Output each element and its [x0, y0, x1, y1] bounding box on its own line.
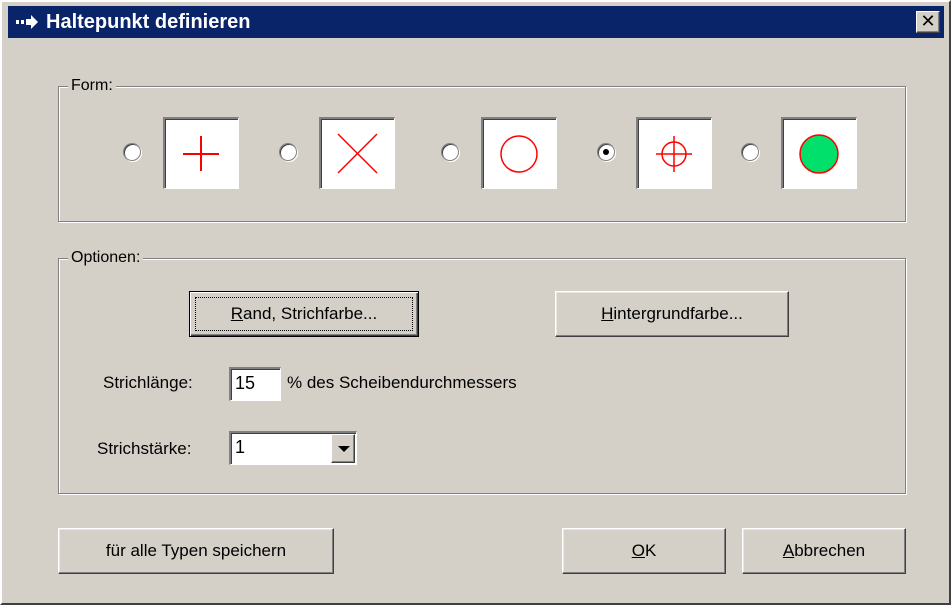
title-bar[interactable]: Haltepunkt definieren ✕ [8, 6, 944, 38]
save-all-types-button[interactable]: für alle Typen speichern [58, 528, 334, 574]
form-radio-filled[interactable] [741, 143, 759, 161]
cancel-button-label: Abbrechen [782, 541, 866, 560]
cross-x-icon [337, 133, 378, 174]
border-color-button[interactable]: Rand, Strichfarbe... [189, 291, 419, 337]
circle-outline-icon [500, 135, 538, 173]
background-color-button[interactable]: Hintergrundfarbe... [555, 291, 789, 337]
dropdown-button[interactable] [331, 434, 355, 463]
breakpoint-arrow-icon [16, 15, 38, 29]
form-radio-plus[interactable] [123, 143, 141, 161]
shape-preview-plus[interactable] [163, 117, 239, 189]
filled-green-circle-icon [799, 134, 839, 174]
close-button[interactable]: ✕ [916, 11, 940, 33]
crosshair-circle-icon [656, 136, 692, 172]
form-group-label: Form: [68, 75, 116, 97]
options-groupbox: Optionen: Rand, Strichfarbe... Hintergru… [58, 247, 906, 494]
shape-preview-x[interactable] [319, 117, 395, 189]
stroke-length-label: Strichlänge: [103, 373, 193, 392]
stroke-length-input[interactable]: 15 [229, 367, 281, 401]
background-color-button-label: Hintergrundfarbe... [601, 304, 743, 323]
ok-button-label: OK [631, 541, 657, 560]
stroke-width-label: Strichstärke: [97, 439, 192, 458]
ok-button[interactable]: OK [562, 528, 726, 574]
shape-preview-circle[interactable] [481, 117, 557, 189]
form-radio-circle[interactable] [441, 143, 459, 161]
window-title: Haltepunkt definieren [46, 11, 251, 33]
cancel-button[interactable]: Abbrechen [742, 528, 906, 574]
options-group-label: Optionen: [68, 247, 144, 269]
form-radio-x[interactable] [279, 143, 297, 161]
form-groupbox: Form: [58, 75, 906, 222]
dialog-window: Haltepunkt definieren ✕ Form: Optionen: … [0, 0, 951, 605]
close-icon: ✕ [920, 11, 936, 31]
stroke-width-select[interactable]: 1 [229, 431, 357, 465]
stroke-width-value: 1 [235, 437, 246, 457]
radio-selected-dot [603, 149, 609, 155]
form-radio-crosshair[interactable] [597, 143, 615, 161]
shape-preview-filled[interactable] [781, 117, 857, 189]
chevron-down-icon [338, 446, 350, 452]
stroke-length-unit: % des Scheibendurchmessers [287, 373, 517, 392]
focus-rectangle [195, 297, 413, 331]
shape-preview-crosshair[interactable] [636, 117, 712, 189]
cross-plus-icon [183, 136, 219, 171]
